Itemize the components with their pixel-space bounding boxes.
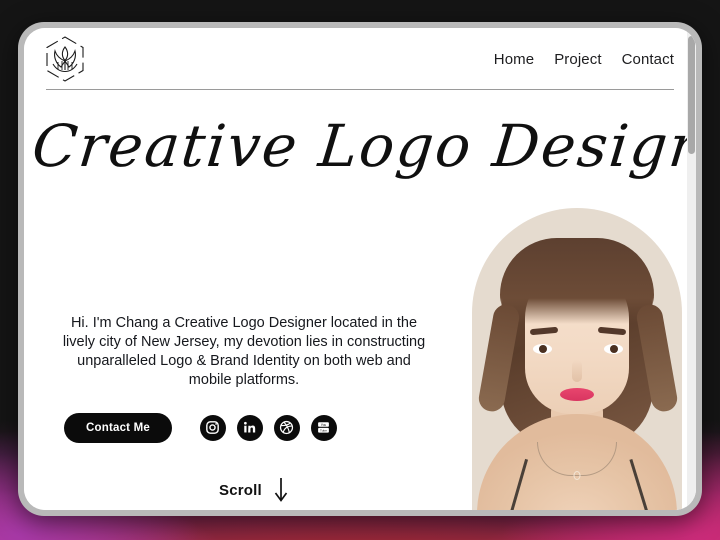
intro-section: Hi. I'm Chang a Creative Logo Designer l… bbox=[24, 216, 464, 443]
portrait-pendant bbox=[573, 471, 581, 480]
vertical-scrollbar[interactable] bbox=[687, 28, 696, 510]
vertical-scrollbar-thumb[interactable] bbox=[688, 36, 695, 154]
social-links: You Tube bbox=[199, 414, 337, 441]
nav-link-home[interactable]: Home bbox=[494, 51, 534, 68]
lotus-hexagon-logo-icon[interactable] bbox=[40, 34, 90, 84]
arrow-down-icon bbox=[273, 476, 289, 504]
scroll-cue[interactable]: Scroll bbox=[219, 476, 289, 504]
intro-paragraph: Hi. I'm Chang a Creative Logo Designer l… bbox=[62, 315, 426, 389]
instagram-icon[interactable] bbox=[199, 414, 226, 441]
portrait-eye-right bbox=[604, 344, 623, 354]
nav-link-project[interactable]: Project bbox=[554, 51, 601, 68]
site-header: Home Project Contact bbox=[24, 28, 696, 90]
youtube-icon[interactable]: You Tube bbox=[310, 414, 337, 441]
linkedin-icon[interactable] bbox=[236, 414, 263, 441]
scroll-label: Scroll bbox=[219, 481, 262, 499]
portrait-eye-left bbox=[533, 344, 552, 354]
dribbble-icon[interactable] bbox=[273, 414, 300, 441]
website-page: Home Project Contact Creative Logo Desig… bbox=[24, 28, 696, 510]
actions-row: Contact Me You Tube bbox=[40, 391, 448, 443]
portrait-panel bbox=[472, 208, 682, 510]
page-title: Creative Logo Designer bbox=[29, 112, 696, 180]
portrait-lips bbox=[560, 388, 594, 401]
nav-link-contact[interactable]: Contact bbox=[622, 51, 674, 68]
portrait-hair-front bbox=[500, 238, 654, 324]
svg-text:Tube: Tube bbox=[320, 428, 327, 432]
contact-me-button[interactable]: Contact Me bbox=[64, 412, 172, 443]
main-nav: Home Project Contact bbox=[494, 51, 674, 68]
portrait-nose bbox=[572, 360, 582, 382]
browser-viewport: Home Project Contact Creative Logo Desig… bbox=[24, 28, 696, 510]
portrait-image bbox=[472, 208, 682, 510]
svg-text:You: You bbox=[321, 423, 327, 427]
browser-window-frame: Home Project Contact Creative Logo Desig… bbox=[18, 22, 702, 516]
desktop-background: Home Project Contact Creative Logo Desig… bbox=[0, 0, 720, 540]
